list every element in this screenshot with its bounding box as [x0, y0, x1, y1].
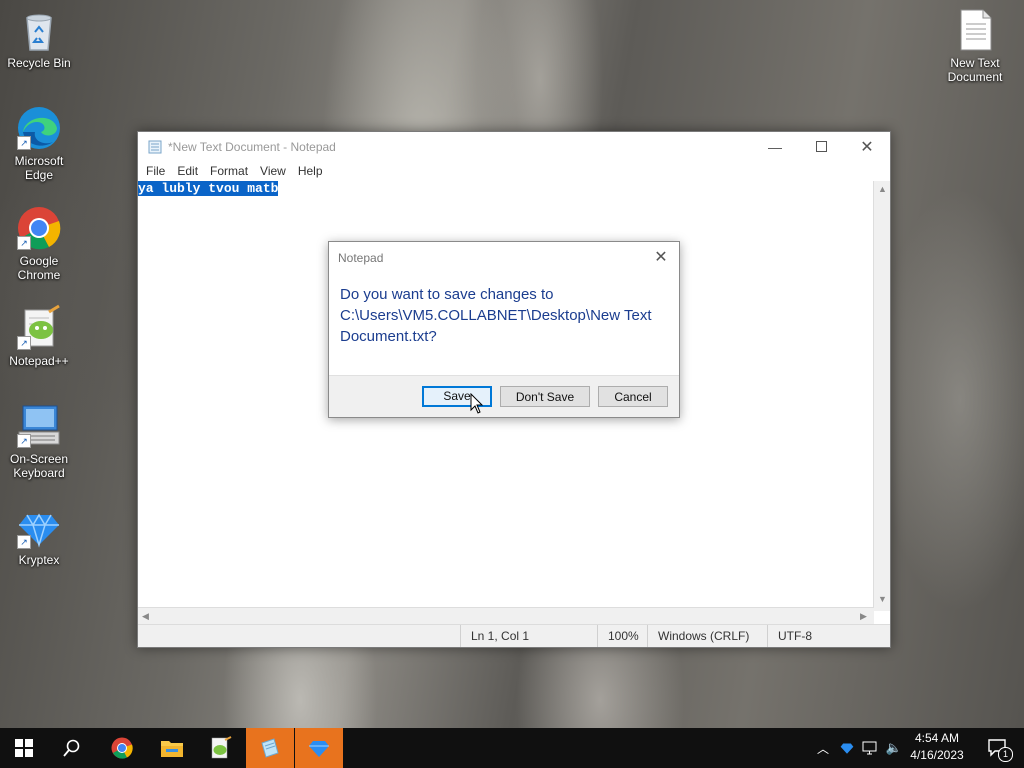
shortcut-arrow-icon: ↗	[17, 336, 31, 350]
status-line-endings: Windows (CRLF)	[647, 625, 758, 647]
save-changes-dialog: Notepad ✕ Do you want to save changes to…	[328, 241, 680, 418]
dialog-title: Notepad	[338, 251, 384, 265]
menu-edit[interactable]: Edit	[171, 164, 204, 178]
desktop-icon-label: New Text Document	[947, 56, 1003, 84]
close-icon: ✕	[860, 138, 874, 156]
chrome-icon: ↗	[15, 204, 63, 252]
windows-logo-icon	[15, 739, 33, 757]
scroll-up-icon[interactable]: ▲	[878, 184, 887, 194]
tray-show-hidden-button[interactable]: ︿	[812, 728, 834, 768]
notepad-icon	[148, 140, 162, 153]
taskbar: ︿ 🔈 4:54 AM 4/16/2023 1	[0, 728, 1024, 768]
mouse-cursor-icon	[470, 393, 484, 414]
scroll-right-icon[interactable]: ▶	[860, 611, 867, 622]
dialog-message: Do you want to save changes to C:\Users\…	[340, 286, 652, 345]
close-icon: ✕	[654, 249, 668, 266]
vertical-scrollbar[interactable]: ▲ ▼	[873, 181, 890, 611]
kryptex-tray-icon	[840, 743, 854, 754]
editor-content: ya lubly tvou matb	[138, 181, 874, 196]
notification-count-badge: 1	[998, 747, 1013, 762]
speaker-icon: 🔈	[885, 740, 903, 755]
desktop-icon-new-text-document[interactable]: New Text Document	[939, 6, 1011, 84]
menu-file[interactable]: File	[140, 164, 171, 178]
taskbar-notepad-plus-plus[interactable]	[196, 728, 244, 768]
kryptex-icon: ↗	[15, 503, 63, 551]
minimize-icon: —	[768, 138, 782, 155]
start-button[interactable]	[0, 728, 48, 768]
notepad-plus-plus-icon: ↗	[15, 304, 63, 352]
status-bar: Ln 1, Col 1 100% Windows (CRLF) UTF-8	[138, 624, 890, 647]
status-zoom: 100%	[597, 625, 648, 647]
dialog-close-button[interactable]: ✕	[647, 244, 675, 270]
shortcut-arrow-icon: ↗	[17, 236, 31, 250]
dont-save-button[interactable]: Don't Save	[500, 386, 590, 407]
text-file-icon	[951, 6, 999, 54]
desktop-icon-label: Recycle Bin	[7, 56, 71, 70]
desktop-icon-recycle-bin[interactable]: Recycle Bin	[3, 6, 75, 70]
keyboard-icon: ↗	[15, 402, 63, 450]
taskbar-file-explorer[interactable]	[148, 728, 196, 768]
horizontal-scrollbar[interactable]: ◀ ▶	[138, 607, 874, 624]
network-icon	[862, 741, 877, 755]
desktop-icon-label: Microsoft Edge	[14, 154, 64, 182]
dialog-button-bar: Save Don't Save Cancel	[329, 375, 679, 417]
taskbar-notepad[interactable]	[246, 728, 294, 768]
action-center-button[interactable]: 1	[978, 728, 1018, 768]
file-explorer-icon	[161, 741, 183, 757]
clock-time: 4:54 AM	[914, 731, 960, 745]
chevron-up-icon: ︿	[816, 741, 829, 756]
notepad-plus-plus-icon	[211, 736, 232, 759]
desktop-icon-edge[interactable]: ↗ Microsoft Edge	[3, 104, 75, 182]
status-encoding: UTF-8	[767, 625, 878, 647]
desktop-icon-label: Kryptex	[18, 553, 60, 567]
maximize-icon	[815, 141, 827, 152]
tray-network[interactable]	[860, 728, 882, 768]
dialog-titlebar[interactable]: Notepad ✕	[329, 242, 679, 272]
notepad-menubar: File Edit Format View Help	[138, 161, 890, 181]
taskbar-kryptex[interactable]	[295, 728, 343, 768]
shortcut-arrow-icon: ↗	[17, 535, 31, 549]
edge-icon: ↗	[15, 104, 63, 152]
notepad-icon	[261, 738, 279, 758]
clock-date: 4/16/2023	[910, 748, 964, 762]
desktop-icon-label: Google Chrome	[17, 254, 61, 282]
desktop-icon-label: Notepad++	[9, 354, 69, 368]
menu-help[interactable]: Help	[292, 164, 329, 178]
selected-text: ya lubly tvou matb	[138, 181, 279, 196]
scroll-left-icon[interactable]: ◀	[142, 611, 149, 622]
tray-kryptex[interactable]	[836, 728, 858, 768]
minimize-button[interactable]: —	[752, 132, 798, 161]
desktop-icon-kryptex[interactable]: ↗ Kryptex	[3, 503, 75, 567]
maximize-button[interactable]	[798, 132, 844, 161]
menu-view[interactable]: View	[254, 164, 292, 178]
chrome-icon	[111, 737, 133, 759]
kryptex-icon	[309, 741, 329, 757]
scroll-down-icon[interactable]: ▼	[878, 594, 887, 604]
shortcut-arrow-icon: ↗	[17, 434, 31, 448]
search-icon	[63, 739, 80, 757]
notepad-titlebar[interactable]: *New Text Document - Notepad — ✕	[138, 132, 890, 161]
desktop-icon-label: On-Screen Keyboard	[9, 452, 69, 480]
desktop-icon-chrome[interactable]: ↗ Google Chrome	[3, 204, 75, 282]
search-button[interactable]	[48, 728, 96, 768]
taskbar-clock[interactable]: 4:54 AM 4/16/2023	[902, 730, 972, 764]
menu-format[interactable]: Format	[204, 164, 254, 178]
taskbar-chrome[interactable]	[98, 728, 146, 768]
cancel-button[interactable]: Cancel	[598, 386, 668, 407]
desktop-icon-on-screen-keyboard[interactable]: ↗ On-Screen Keyboard	[3, 402, 75, 480]
shortcut-arrow-icon: ↗	[17, 136, 31, 150]
recycle-bin-icon	[15, 6, 63, 54]
notepad-title: *New Text Document - Notepad	[168, 139, 336, 154]
status-position: Ln 1, Col 1	[460, 625, 595, 647]
close-button[interactable]: ✕	[844, 132, 890, 161]
desktop-icon-notepad-plus-plus[interactable]: ↗ Notepad++	[3, 304, 75, 368]
